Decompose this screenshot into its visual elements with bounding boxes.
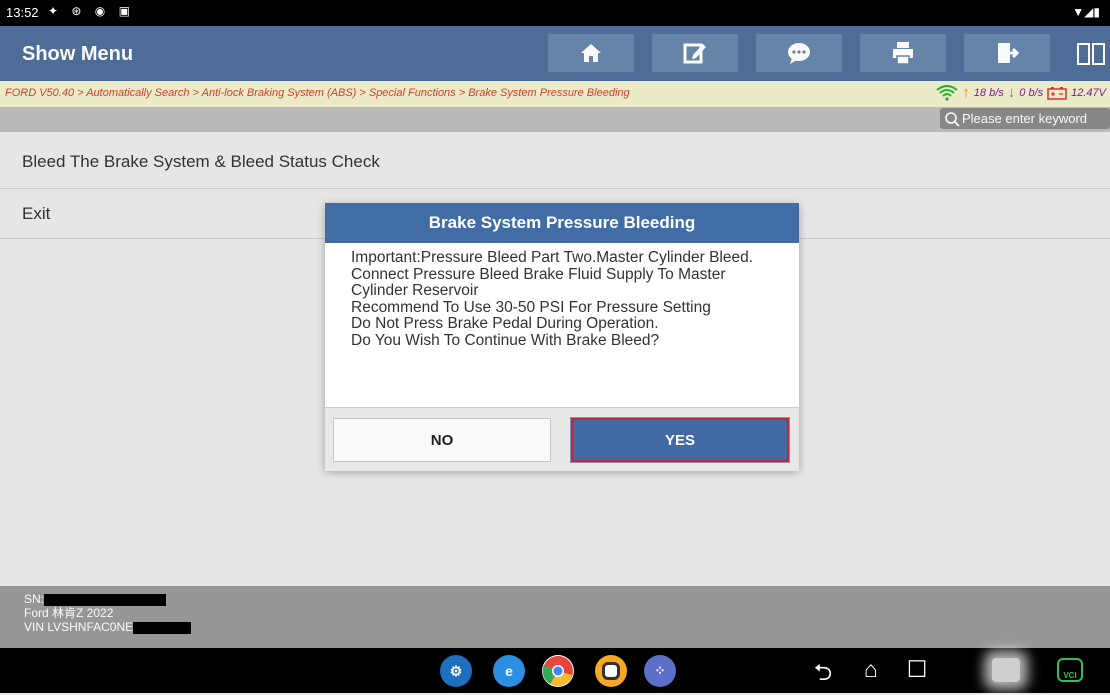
no-button[interactable]: NO — [333, 418, 551, 462]
status-bar: 13:52 ✦ ⊛ ◉ ▣ ▼◢▮ — [0, 0, 1110, 26]
browser-app-icon[interactable]: e — [493, 655, 525, 687]
vci-icon[interactable]: VCI — [1057, 658, 1083, 682]
dialog-footer: NO YES — [325, 407, 799, 471]
back-icon[interactable]: ⮌ — [808, 656, 838, 695]
home-icon[interactable]: ⌂ — [856, 656, 886, 683]
camera-app-icon[interactable] — [595, 655, 627, 687]
brake-bleeding-dialog: Brake System Pressure Bleeding Important… — [325, 203, 799, 471]
status-notification-icons: ✦ ⊛ ◉ ▣ — [48, 4, 135, 18]
chrome-app-icon[interactable] — [542, 655, 574, 687]
vci-label: VCI — [1063, 671, 1077, 680]
yes-button[interactable]: YES — [571, 418, 789, 462]
settings-app-icon[interactable]: ⚙ — [440, 655, 472, 687]
dialog-title: Brake System Pressure Bleeding — [325, 203, 799, 243]
android-nav-bar: ⚙ e ⁘ ⮌ ⌂ ☐ VCI — [0, 648, 1110, 693]
status-time: 13:52 — [6, 5, 39, 20]
dialog-message: Important:Pressure Bleed Part Two.Master… — [351, 249, 754, 349]
status-signal-battery-icon: ▼◢▮ — [1072, 5, 1100, 19]
dialog-body: Important:Pressure Bleed Part Two.Master… — [325, 243, 799, 407]
gallery-icon[interactable] — [992, 658, 1020, 682]
recents-icon[interactable]: ☐ — [902, 656, 932, 683]
apps-drawer-icon[interactable]: ⁘ — [644, 655, 676, 687]
